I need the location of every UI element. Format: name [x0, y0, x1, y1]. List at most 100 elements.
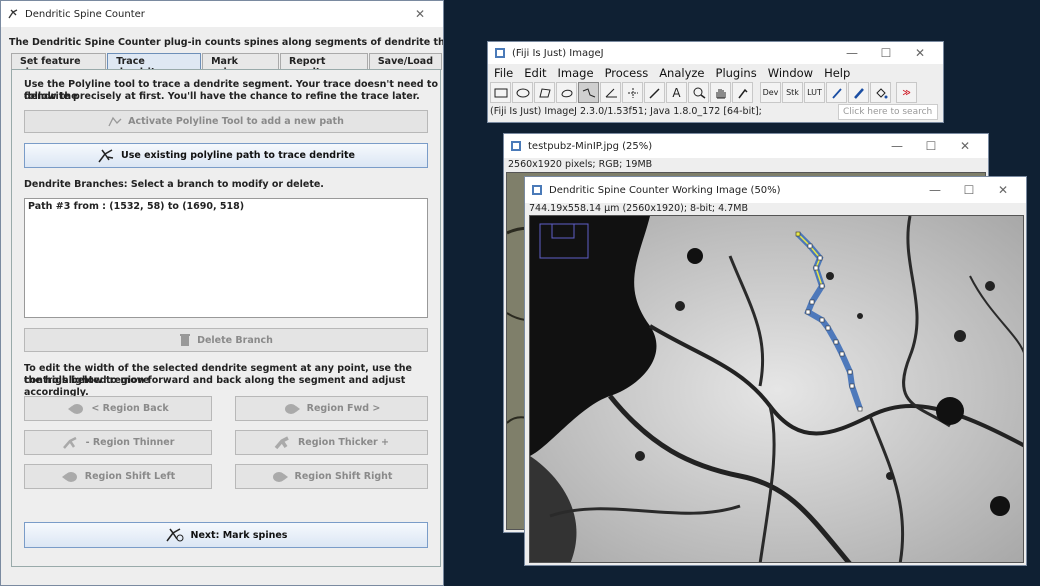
stk-label: Stk: [786, 88, 799, 97]
wand-tool-icon[interactable]: [644, 82, 665, 103]
intro-text: The Dendritic Spine Counter plug-in coun…: [9, 37, 444, 48]
activate-polyline-button[interactable]: Activate Polyline Tool to add a new path: [24, 110, 428, 133]
menu-edit[interactable]: Edit: [524, 66, 546, 80]
working-image-info: 744.19x558.14 µm (2560x1920); 8-bit; 4.7…: [529, 203, 748, 214]
region-fwd-label: Region Fwd >: [306, 403, 381, 414]
menu-help[interactable]: Help: [824, 66, 850, 80]
tab-mark-spines[interactable]: Mark spines: [202, 53, 280, 78]
close-icon[interactable]: ✕: [948, 139, 982, 153]
minip-titlebar[interactable]: testpubz-MinIP.jpg (25%) — ☐ ✕: [504, 134, 988, 158]
menu-file[interactable]: File: [494, 66, 513, 80]
region-shift-right-label: Region Shift Right: [294, 471, 393, 482]
minip-title: testpubz-MinIP.jpg (25%): [528, 140, 653, 152]
polyline-icon: [108, 116, 122, 128]
dev-menu-icon[interactable]: Dev: [760, 82, 781, 103]
dialog-titlebar[interactable]: Dendritic Spine Counter ✕: [1, 1, 443, 27]
next-mark-spines-label: Next: Mark spines: [190, 529, 288, 541]
tab-bar: Set feature size Trace dendrites Mark sp…: [11, 53, 443, 78]
maximize-icon[interactable]: ☐: [869, 46, 903, 60]
list-item[interactable]: Path #3 from : (1532, 58) to (1690, 518): [28, 201, 424, 212]
menu-plugins[interactable]: Plugins: [716, 66, 757, 80]
point-tool-icon[interactable]: [622, 82, 643, 103]
use-existing-path-button[interactable]: Use existing polyline path to trace dend…: [24, 143, 428, 168]
flood-fill-tool-icon[interactable]: [870, 82, 891, 103]
text-tool-icon[interactable]: A: [666, 82, 687, 103]
menu-analyze[interactable]: Analyze: [659, 66, 704, 80]
minimize-icon[interactable]: —: [835, 46, 869, 60]
working-image-micrograph: [530, 216, 1023, 562]
fiji-icon: [494, 47, 506, 59]
activate-polyline-label: Activate Polyline Tool to add a new path: [128, 116, 344, 127]
tab-save-load[interactable]: Save/Load: [368, 53, 442, 70]
shift-right-icon: [271, 471, 289, 483]
search-input[interactable]: Click here to search: [838, 104, 938, 120]
maximize-icon[interactable]: ☐: [914, 139, 948, 153]
color-picker-tool-icon[interactable]: [732, 82, 753, 103]
polygon-tool-icon[interactable]: [534, 82, 555, 103]
close-icon[interactable]: ✕: [903, 46, 937, 60]
oval-tool-icon[interactable]: [512, 82, 533, 103]
fiji-icon: [510, 140, 522, 152]
dev-label: Dev: [762, 88, 779, 97]
zoom-tool-icon[interactable]: [688, 82, 709, 103]
working-image-title: Dendritic Spine Counter Working Image (5…: [549, 184, 781, 196]
region-thicker-icon: [274, 435, 292, 450]
next-mark-spines-button[interactable]: Next: Mark spines: [24, 522, 428, 548]
region-fwd-button[interactable]: Region Fwd >: [235, 396, 428, 421]
region-shift-left-button[interactable]: Region Shift Left: [24, 464, 212, 489]
imagej-title: (Fiji Is Just) ImageJ: [512, 47, 604, 59]
lut-menu-icon[interactable]: LUT: [804, 82, 825, 103]
rectangle-tool-icon[interactable]: [490, 82, 511, 103]
region-shift-right-button[interactable]: Region Shift Right: [235, 464, 428, 489]
spine-counter-app-icon: [7, 8, 19, 20]
imagej-status: (Fiji Is Just) ImageJ 2.3.0/1.53f51; Jav…: [490, 106, 762, 117]
hand-tool-icon[interactable]: [710, 82, 731, 103]
working-image-canvas[interactable]: [529, 215, 1024, 563]
tab-set-feature-size[interactable]: Set feature size: [11, 53, 107, 78]
menu-process[interactable]: Process: [605, 66, 649, 80]
minip-info: 2560x1920 pixels; RGB; 19MB: [508, 159, 653, 170]
delete-branch-label: Delete Branch: [197, 334, 273, 346]
use-existing-path-label: Use existing polyline path to trace dend…: [120, 150, 356, 161]
brush-tool-icon[interactable]: [848, 82, 869, 103]
spine-marker-icon: [165, 527, 185, 543]
region-forward-icon: [283, 403, 301, 415]
angle-tool-icon[interactable]: [600, 82, 621, 103]
imagej-window: (Fiji Is Just) ImageJ — ☐ ✕ File Edit Im…: [487, 41, 944, 123]
maximize-icon[interactable]: ☐: [952, 183, 986, 197]
region-back-icon: [67, 403, 85, 415]
imagej-menubar: File Edit Image Process Analyze Plugins …: [494, 66, 861, 80]
fiji-icon: [531, 184, 543, 196]
lut-label: LUT: [807, 88, 822, 97]
region-thicker-label: Region Thicker +: [297, 437, 389, 448]
polyline-instructions-2: dendrite precisely at first. You'll have…: [24, 91, 420, 102]
region-thinner-icon: [62, 436, 80, 450]
imagej-titlebar[interactable]: (Fiji Is Just) ImageJ — ☐ ✕: [488, 42, 943, 64]
menu-window[interactable]: Window: [768, 66, 813, 80]
close-icon[interactable]: ✕: [986, 183, 1020, 197]
tab-trace-dendrites[interactable]: Trace dendrites: [107, 53, 202, 78]
more-tools-icon[interactable]: ≫: [896, 82, 917, 103]
region-thinner-label: - Region Thinner: [85, 437, 175, 448]
minimize-icon[interactable]: —: [880, 139, 914, 153]
more-tools-label: ≫: [902, 88, 911, 97]
tab-report-results[interactable]: Report results: [280, 53, 368, 78]
delete-branch-button[interactable]: Delete Branch: [24, 328, 428, 352]
working-image-window: Dendritic Spine Counter Working Image (5…: [524, 176, 1027, 566]
dendrite-trace-icon: [97, 148, 115, 164]
menu-image[interactable]: Image: [558, 66, 594, 80]
stk-menu-icon[interactable]: Stk: [782, 82, 803, 103]
region-thicker-button[interactable]: Region Thicker +: [235, 430, 428, 455]
polyline-tool-icon[interactable]: [578, 82, 599, 103]
close-icon[interactable]: ✕: [403, 7, 437, 21]
spine-counter-dialog: Dendritic Spine Counter ✕ The Dendritic …: [0, 0, 444, 586]
minimize-icon[interactable]: —: [918, 183, 952, 197]
pencil-tool-icon[interactable]: [826, 82, 847, 103]
branches-list[interactable]: Path #3 from : (1532, 58) to (1690, 518): [24, 198, 428, 318]
working-image-titlebar[interactable]: Dendritic Spine Counter Working Image (5…: [525, 177, 1026, 203]
region-shift-left-label: Region Shift Left: [84, 471, 176, 482]
region-back-button[interactable]: < Region Back: [24, 396, 212, 421]
imagej-toolbar: A Dev Stk LUT ≫: [490, 82, 918, 103]
region-thinner-button[interactable]: - Region Thinner: [24, 430, 212, 455]
freehand-tool-icon[interactable]: [556, 82, 577, 103]
